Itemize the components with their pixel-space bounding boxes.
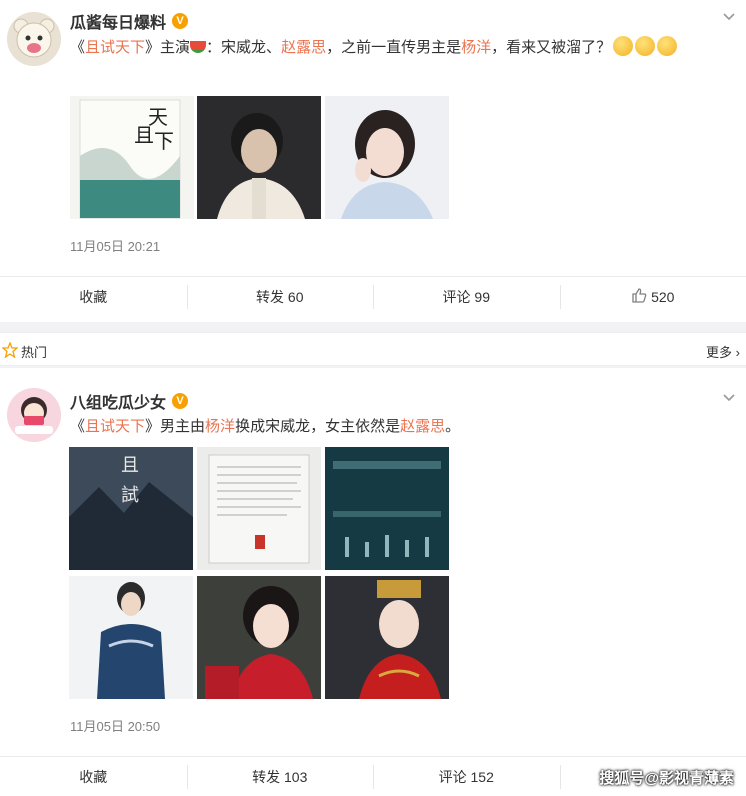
- weibo-post-2: 八组吃瓜少女 V 《且试天下》男主由杨洋换成宋威龙，女主依然是赵露思。 且 試: [0, 368, 746, 792]
- post-image[interactable]: [325, 96, 449, 219]
- comment-button[interactable]: 评论 152: [373, 757, 560, 796]
- emoji-icon: [613, 36, 633, 56]
- post-text: 《且试天下》男主由杨洋换成宋威龙，女主依然是赵露思。: [70, 416, 726, 438]
- comment-button[interactable]: 评论 99: [373, 277, 560, 316]
- collect-button[interactable]: 收藏: [0, 757, 187, 796]
- action-bar: 收藏 转发 60 评论 99 520: [0, 276, 746, 316]
- weibo-post-1: 瓜酱每日爆料 V 《且试天下》主演：宋威龙、赵露思，之前一直传男主是杨洋，看来又…: [0, 0, 746, 322]
- post-image[interactable]: 且 試: [69, 447, 193, 570]
- thumbs-up-icon: [631, 287, 647, 306]
- more-link[interactable]: 更多 ›: [706, 342, 740, 361]
- repost-button[interactable]: 转发 103: [187, 757, 374, 796]
- watermark: 搜狐号@影视青薄素: [599, 767, 734, 788]
- hot-section-bar: 热门 更多 ›: [0, 332, 746, 366]
- svg-text:且: 且: [134, 123, 154, 147]
- like-button[interactable]: 520: [560, 277, 746, 316]
- post-image[interactable]: [197, 576, 321, 699]
- verified-icon: V: [172, 13, 188, 29]
- post-text: 《且试天下》主演：宋威龙、赵露思，之前一直传男主是杨洋，看来又被溜了？: [70, 36, 726, 59]
- avatar[interactable]: [7, 12, 61, 66]
- svg-text:下: 下: [154, 129, 174, 153]
- post-image[interactable]: [325, 447, 449, 570]
- star-icon: [2, 342, 18, 362]
- watermelon-emoji-icon: [190, 41, 206, 53]
- hot-label: 热门: [21, 342, 47, 361]
- svg-text:且: 且: [121, 455, 139, 476]
- avatar[interactable]: [7, 388, 61, 442]
- post-time[interactable]: 11月05日 20:21: [70, 236, 160, 255]
- emoji-icon: [657, 36, 677, 56]
- post-image[interactable]: [197, 447, 321, 570]
- username[interactable]: 八组吃瓜少女: [70, 389, 166, 413]
- username-row: 八组吃瓜少女 V: [70, 389, 188, 413]
- emoji-icon: [635, 36, 655, 56]
- verified-icon: V: [172, 393, 188, 409]
- svg-text:試: 試: [121, 485, 139, 506]
- username[interactable]: 瓜酱每日爆料: [70, 9, 166, 33]
- post-time[interactable]: 11月05日 20:50: [70, 716, 160, 735]
- collect-button[interactable]: 收藏: [0, 277, 187, 316]
- post-image[interactable]: [69, 576, 193, 699]
- topic-link[interactable]: 且试天下: [85, 418, 145, 435]
- mention-link[interactable]: 杨洋: [461, 39, 491, 56]
- post-image[interactable]: [325, 576, 449, 699]
- section-divider: [0, 322, 746, 332]
- like-count: 520: [651, 289, 674, 305]
- mention-link[interactable]: 赵露思: [400, 418, 445, 435]
- post-image[interactable]: [197, 96, 321, 219]
- chevron-down-icon[interactable]: [722, 9, 736, 23]
- repost-button[interactable]: 转发 60: [187, 277, 374, 316]
- mention-link[interactable]: 赵露思: [281, 39, 326, 56]
- mention-link[interactable]: 杨洋: [205, 418, 235, 435]
- username-row: 瓜酱每日爆料 V: [70, 9, 188, 33]
- chevron-down-icon[interactable]: [722, 390, 736, 404]
- topic-link[interactable]: 且试天下: [85, 39, 145, 56]
- post-image[interactable]: 天 且 下: [70, 96, 194, 219]
